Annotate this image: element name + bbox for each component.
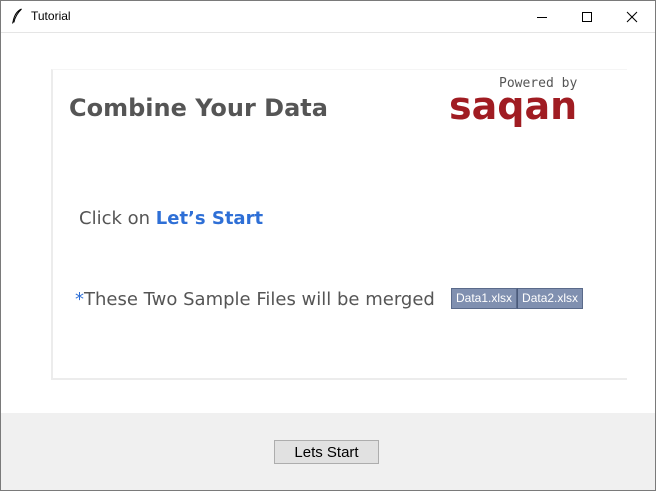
- instruction-prefix: Click on: [79, 208, 156, 229]
- lets-start-button[interactable]: Lets Start: [274, 440, 379, 464]
- note-text: These Two Sample Files will be merged: [84, 289, 435, 310]
- merge-note: *These Two Sample Files will be merged: [75, 289, 435, 310]
- minimize-icon: [537, 16, 547, 18]
- lets-start-link-text: Let’s Start: [155, 208, 264, 229]
- footer-bar: Lets Start: [1, 413, 655, 490]
- feather-icon: [12, 8, 22, 24]
- app-window: Tutorial Combine Your Data Powered by sa…: [0, 0, 656, 491]
- instruction-text: Click on Let’s Start: [79, 208, 263, 229]
- file-chip: Data2.xlsx: [517, 288, 584, 309]
- title-bar[interactable]: Tutorial: [1, 1, 655, 33]
- sample-files: Data1.xlsx Data2.xlsx: [451, 288, 584, 309]
- svg-text:saqan: saqan: [449, 86, 577, 128]
- page-title: Combine Your Data: [69, 94, 328, 122]
- file-chip: Data1.xlsx: [451, 288, 518, 309]
- info-card: Combine Your Data Powered by saqan Click…: [51, 69, 627, 380]
- window-title: Tutorial: [31, 9, 71, 23]
- maximize-icon: [582, 11, 592, 22]
- maximize-button[interactable]: [564, 1, 610, 32]
- note-asterisk: *: [75, 289, 84, 310]
- brand-logo: saqan: [449, 86, 577, 128]
- minimize-button[interactable]: [519, 1, 565, 32]
- main-content: Combine Your Data Powered by saqan Click…: [1, 33, 655, 413]
- close-button[interactable]: [609, 1, 655, 32]
- close-icon: [626, 11, 638, 22]
